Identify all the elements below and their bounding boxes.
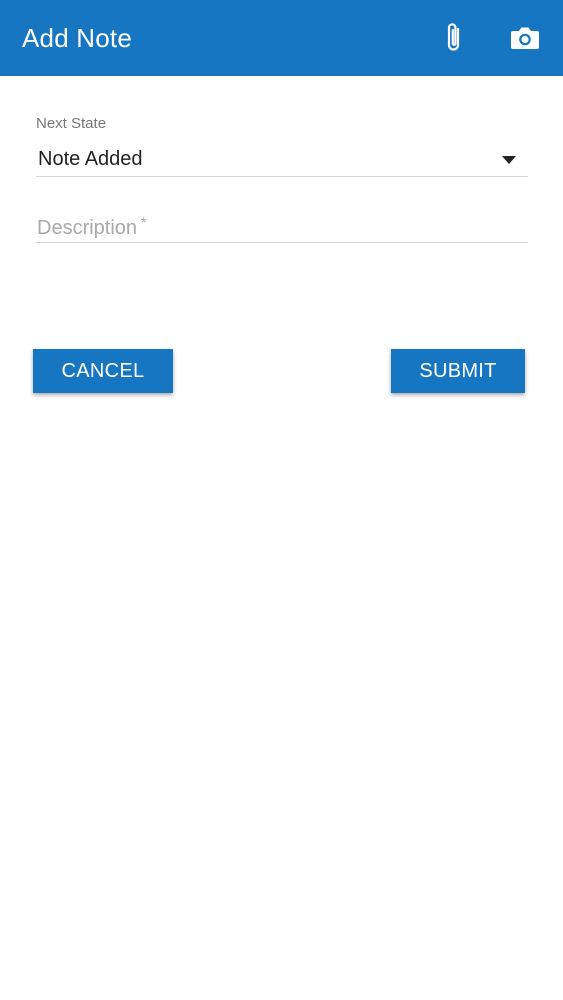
camera-icon	[511, 27, 539, 49]
description-input[interactable]	[36, 208, 529, 242]
cancel-button[interactable]: CANCEL	[33, 349, 173, 393]
attach-button[interactable]	[434, 18, 474, 58]
add-note-screen: Add Note Next State Note Added Descripti…	[0, 0, 563, 1000]
submit-button[interactable]: SUBMIT	[391, 349, 525, 393]
next-state-label: Next State	[36, 115, 107, 132]
description-field[interactable]: Description *	[36, 208, 529, 243]
dropdown-arrow-icon	[502, 156, 516, 164]
page-title: Add Note	[22, 23, 133, 53]
next-state-select[interactable]: Note Added	[36, 140, 528, 177]
camera-button[interactable]	[505, 18, 545, 58]
app-bar: Add Note	[0, 0, 563, 76]
paperclip-icon	[447, 23, 460, 51]
next-state-value: Note Added	[38, 148, 143, 170]
